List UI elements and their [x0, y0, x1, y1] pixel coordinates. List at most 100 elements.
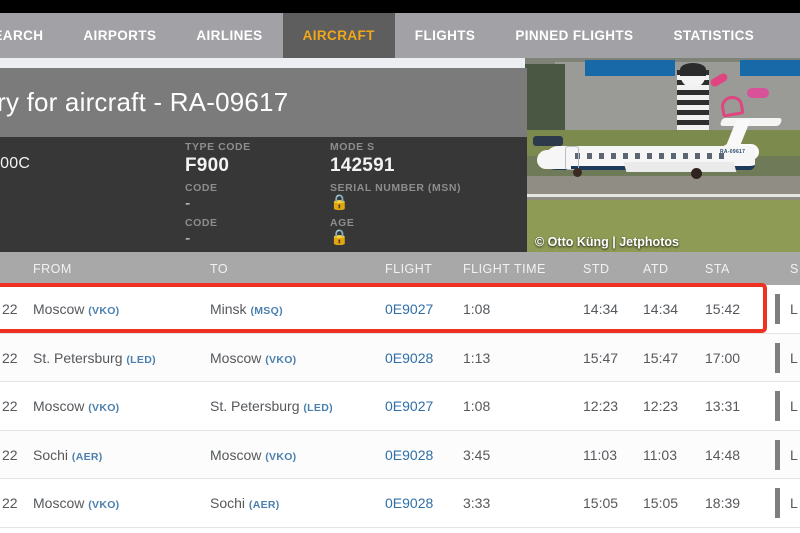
nav-aircraft-label: AIRCRAFT	[302, 28, 375, 43]
cell-flight-time: 3:33	[463, 495, 491, 511]
cell-flight-number[interactable]: 0E9028	[385, 447, 433, 463]
col-from-header[interactable]: FROM	[33, 262, 72, 276]
col-sta-header[interactable]: STA	[705, 262, 730, 276]
cell-to: Moscow (VKO)	[210, 446, 297, 463]
photo-credit: © Otto Küng | Jetphotos	[535, 235, 679, 249]
main-navigation: SEARCH AIRPORTS AIRLINES AIRCRAFT FLIGHTS PIN…	[0, 13, 800, 58]
status-badge: L	[790, 301, 798, 317]
col-status-header[interactable]: S	[790, 262, 799, 276]
col-atd-header[interactable]: ATD	[643, 262, 669, 276]
aircraft-type-value: con 900C	[0, 155, 31, 172]
page-title-bar: tory for aircraft - RA-09617	[0, 68, 527, 137]
photo-registration-text: RA-09617	[720, 149, 746, 155]
aircraft-photo: RA-09617 © Otto Küng | Jetphotos	[525, 58, 800, 254]
cell-flight-number[interactable]: 0E9028	[385, 495, 433, 511]
photo-vehicle	[533, 136, 563, 146]
table-row[interactable]	[0, 527, 800, 533]
cell-std: 14:34	[583, 301, 619, 317]
type-code-value: F900	[185, 155, 230, 176]
code-label-1: Code	[185, 182, 218, 194]
nav-flights-label: FLIGHTS	[414, 28, 476, 43]
status-badge: L	[790, 349, 798, 366]
cell-from: Moscow (VKO)	[33, 301, 120, 317]
col-std-header[interactable]: STD	[583, 262, 610, 276]
cell-from: Moscow (VKO)	[33, 495, 120, 511]
status-indicator-bar	[775, 391, 780, 421]
cell-date: 22	[2, 398, 18, 414]
cell-from: Sochi (AER)	[33, 446, 103, 463]
nav-airports-label: AIRPORTS	[83, 28, 157, 43]
flights-table-header: FROM TO FLIGHT FLIGHT TIME STD ATD STA S	[0, 252, 800, 285]
table-row[interactable]: 22 Moscow (VKO) Minsk (MSQ) 0E9027 1:08 14:34…	[0, 285, 800, 334]
photo-cabin-door	[565, 146, 579, 170]
age-label: AGE	[330, 217, 355, 229]
mode-s-label: MODE S	[330, 141, 375, 153]
nav-statistics-label: STATISTICS	[673, 28, 755, 43]
lock-icon-serial[interactable]: 🔒	[330, 195, 349, 210]
cell-std: 15:47	[583, 349, 619, 366]
nav-aircraft[interactable]: AIRCRAFT	[282, 13, 395, 58]
cell-from: St. Petersburg (LED)	[33, 349, 156, 366]
photo-cabin-windows	[575, 153, 725, 159]
cell-flight-time: 1:08	[463, 398, 491, 414]
nav-pinned-flights-label: PINNED FLIGHTS	[515, 28, 634, 43]
photo-mural-hair	[680, 63, 706, 76]
page-root: SEARCHAIRPORTSAIRLINESAIRCRAFTFLIGHTSPIN…	[0, 0, 800, 533]
photo-sign-right	[740, 60, 800, 76]
cell-to: Sochi (AER)	[210, 495, 280, 511]
cell-to: St. Petersburg (LED)	[210, 398, 333, 414]
cell-flight-number[interactable]: 0E9027	[385, 398, 433, 414]
nav-airlines[interactable]: AIRLINES	[176, 13, 282, 58]
table-row[interactable]: 22 Moscow (VKO) St. Petersburg (LED) 0E9027…	[0, 382, 800, 431]
status-indicator-bar	[775, 294, 780, 324]
table-row[interactable]: 22 St. Petersburg (LED) Moscow (VKO) 0E9028…	[0, 333, 800, 382]
col-flight-time-header[interactable]: FLIGHT TIME	[463, 262, 546, 276]
table-row[interactable]: 22 Sochi (AER) Moscow (VKO) 0E9028 3:45 11:03…	[0, 430, 800, 479]
code-label-2: Code	[185, 217, 218, 229]
cell-to: Minsk (MSQ)	[210, 301, 283, 317]
cell-sta: 15:42	[705, 301, 741, 317]
lock-icon-age[interactable]: 🔒	[330, 230, 349, 245]
cell-flight-time: 1:08	[463, 301, 491, 317]
cell-atd: 12:23	[643, 398, 679, 414]
flights-table-body: 22 Moscow (VKO) Minsk (MSQ) 0E9027 1:08 14:34…	[0, 285, 800, 533]
status-badge: L	[790, 446, 798, 463]
nav-flights[interactable]: FLIGHTS	[395, 13, 496, 58]
mode-s-value: 142591	[330, 155, 395, 176]
status-indicator-bar	[775, 439, 780, 470]
cell-sta: 13:31	[705, 398, 741, 414]
page-title: tory for aircraft - RA-09617	[0, 87, 289, 117]
cell-atd: 11:03	[643, 446, 677, 463]
cell-atd: 14:34	[643, 301, 679, 317]
status-badge: L	[790, 495, 798, 511]
photo-runway-marking	[525, 194, 800, 197]
cell-date: 22	[2, 301, 18, 317]
cell-date: 22	[2, 349, 18, 366]
cell-atd: 15:47	[643, 349, 679, 366]
serial-number-label: SERIAL NUMBER (MSN)	[330, 182, 462, 194]
cell-sta: 18:39	[705, 495, 741, 511]
aircraft-details-panel: con 900C er TYPE CODE F900 Code - Code -…	[0, 137, 527, 252]
status-indicator-bar	[775, 488, 780, 518]
cell-to: Moscow (VKO)	[210, 349, 297, 366]
nav-search[interactable]: SEARCH	[0, 13, 63, 58]
nav-statistics[interactable]: STATISTICS	[653, 13, 774, 58]
cell-from: Moscow (VKO)	[33, 398, 120, 414]
cell-flight-time: 1:13	[463, 349, 491, 366]
cell-flight-number[interactable]: 0E9027	[385, 301, 433, 317]
col-flight-header[interactable]: FLIGHT	[385, 262, 432, 276]
nav-airports[interactable]: AIRPORTS	[63, 13, 176, 58]
cell-std: 12:23	[583, 398, 619, 414]
status-badge: L	[790, 398, 798, 414]
table-row[interactable]: 22 Moscow (VKO) Sochi (AER) 0E9028 3:33 15:05…	[0, 479, 800, 528]
cell-std: 15:05	[583, 495, 619, 511]
nav-airlines-label: AIRLINES	[196, 28, 263, 43]
photo-main-gear	[691, 168, 702, 179]
top-black-strip	[0, 0, 800, 13]
photo-trees	[525, 64, 565, 130]
cell-flight-number[interactable]: 0E9028	[385, 350, 433, 366]
nav-pinned-flights[interactable]: PINNED FLIGHTS	[495, 13, 653, 58]
type-code-label: TYPE CODE	[185, 141, 251, 153]
nav-search-label: SEARCH	[0, 28, 44, 43]
col-to-header[interactable]: TO	[210, 262, 228, 276]
